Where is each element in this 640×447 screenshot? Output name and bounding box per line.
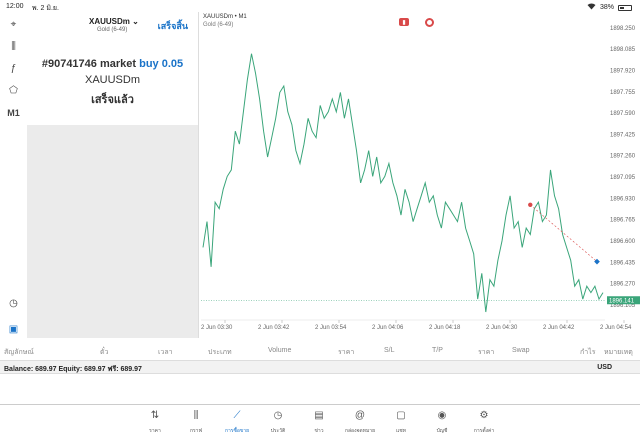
order-id: #90741746 [41,58,97,70]
col-swap: Swap [512,347,530,354]
trade-connector [530,204,598,262]
price-chart[interactable]: XAUUSDm • M1 Gold (6-49) ▮ 1898.250 1898.… [198,12,640,338]
quotes-icon: ⇅ [150,410,160,421]
nav-label: แชท [396,428,406,434]
col-ticket: ตั๋ว [100,349,109,356]
trade-icon: ⟋ [233,410,241,421]
col-comment: หมายเหตุ [604,349,633,356]
wifi-icon [587,3,596,12]
y-tick-label: 1897.260 [610,154,636,160]
y-tick-label: 1898.250 [610,26,636,32]
nav-quotes[interactable]: ⇅ ราคา [135,409,175,435]
nav-trade[interactable]: ⟋ การซื้อขาย [217,409,257,435]
y-tick-label: 1896.270 [610,282,636,288]
x-tick-label: 2 Jun 04:42 [543,325,575,331]
nav-label: ประวัติ [270,428,286,434]
chevron-down-icon: ⌄ [132,17,139,26]
current-price-label: 1896.141 [609,299,635,305]
col-profit: กำไร [580,349,596,356]
order-result: #90741746 market buy 0.05 XAUUSDm เสร็จแ… [27,58,198,108]
order-header: XAUUSDm ⌄ Gold (6-49) เสร็จสิ้น [27,12,198,38]
left-toolbar: ⌖ ⫼ ƒ ⬠ M1 ◷ ▣ [0,12,27,350]
order-summary: #90741746 market buy 0.05 [27,58,198,70]
x-tick-label: 2 Jun 03:42 [258,325,290,331]
done-button[interactable]: เสร็จสิ้น [158,19,188,33]
nav-label: บัญชี [436,428,448,434]
nav-chat[interactable]: ▢ แชท [381,409,421,435]
y-tick-label: 1896.435 [610,260,636,266]
panel-background [27,125,198,338]
y-tick-label: 1898.085 [610,47,636,53]
news-icon: ▤ [314,410,324,421]
col-current-price: ราคา [478,349,495,356]
x-tick-label: 2 Jun 03:54 [315,325,347,331]
account-currency: USD [597,364,612,371]
x-tick-label: 2 Jun 04:18 [429,325,461,331]
col-time: เวลา [158,349,173,356]
symbol-description: Gold (6-49) [97,27,128,33]
timeframe-m1[interactable]: M1 [5,104,22,121]
nav-label: กล่องจดหมาย [344,428,376,434]
y-tick-label: 1897.755 [610,90,636,96]
col-tp: T/P [432,347,443,354]
indicators-icon[interactable]: ⫼ [5,38,22,55]
positions-table-header: สัญลักษณ์ ตั๋ว เวลา ประเภท Volume ราคา S… [0,345,640,359]
nav-charts[interactable]: ⫼ กราฟ [176,409,216,435]
battery-percent: 38% [599,4,614,11]
crosshair-icon[interactable]: ⌖ [5,16,22,33]
nav-news[interactable]: ▤ ข่าว [299,409,339,435]
order-result-panel: XAUUSDm ⌄ Gold (6-49) เสร็จสิ้น #9074174… [27,12,198,125]
col-volume: Volume [268,347,292,354]
function-icon[interactable]: ƒ [5,60,22,77]
balance-summary: Balance: 689.97 Equity: 689.97 ฟรี: 689.… [4,366,142,373]
x-tick-label: 2 Jun 04:54 [600,325,632,331]
battery-icon [618,4,632,11]
order-type: market [99,58,137,70]
chat-icon: ▢ [396,410,406,421]
clock: 12:00 [6,3,24,10]
chart-canvas: 1898.250 1898.085 1897.920 1897.755 1897.590… [201,26,640,331]
nav-settings[interactable]: ⚙ การตั้งค่า [464,409,504,435]
order-side: buy 0.05 [139,58,184,70]
y-tick-label: 1897.425 [610,132,636,138]
mail-icon: @ [354,410,366,421]
objects-icon[interactable]: ⬠ [5,82,22,99]
col-sl: S/L [384,347,395,354]
nav-label: การซื้อขาย [224,428,250,434]
account-icon: ◉ [437,410,447,421]
y-tick-label: 1896.600 [610,239,636,245]
bottom-navigation: ⇅ ราคา ⫼ กราฟ ⟋ การซื้อขาย ◷ ประวัติ ▤ ข่าว @ กล่อง… [0,404,640,447]
chart-icon: ⫼ [193,410,199,421]
col-symbol: สัญลักษณ์ [4,349,34,356]
trade-panel-icon[interactable]: ▣ [5,321,22,338]
y-tick-label: 1897.095 [610,175,636,181]
order-symbol: XAUUSDm [84,74,140,86]
nav-label: กราฟ [189,428,203,434]
nav-label: การตั้งค่า [473,428,495,434]
symbol-select[interactable]: XAUUSDm ⌄ [89,17,139,26]
nav-history[interactable]: ◷ ประวัติ [258,409,298,435]
col-type: ประเภท [208,349,232,356]
balance-row: Balance: 689.97 Equity: 689.97 ฟรี: 689.… [0,360,640,374]
entry-marker [528,202,533,208]
gear-icon: ⚙ [479,410,489,421]
nav-account[interactable]: ◉ บัญชี [422,409,462,435]
x-tick-label: 2 Jun 04:06 [372,325,404,331]
nav-label: ข่าว [314,428,324,434]
price-line [202,53,604,313]
x-tick-label: 2 Jun 03:30 [201,325,233,331]
nav-label: ราคา [149,428,161,434]
x-tick-label: 2 Jun 04:30 [486,325,518,331]
y-tick-label: 1896.765 [610,218,636,224]
y-tick-label: 1896.930 [610,196,636,202]
symbol-name: XAUUSDm [89,17,130,26]
battery-fill [620,6,624,9]
col-price: ราคา [338,349,355,356]
nav-mailbox[interactable]: @ กล่องจดหมาย [340,409,380,435]
history-icon: ◷ [273,410,283,421]
order-status: เสร็จแล้ว [91,94,134,106]
y-tick-label: 1897.590 [610,111,636,117]
speedometer-icon[interactable]: ◷ [5,295,22,312]
y-tick-label: 1897.920 [610,68,636,74]
